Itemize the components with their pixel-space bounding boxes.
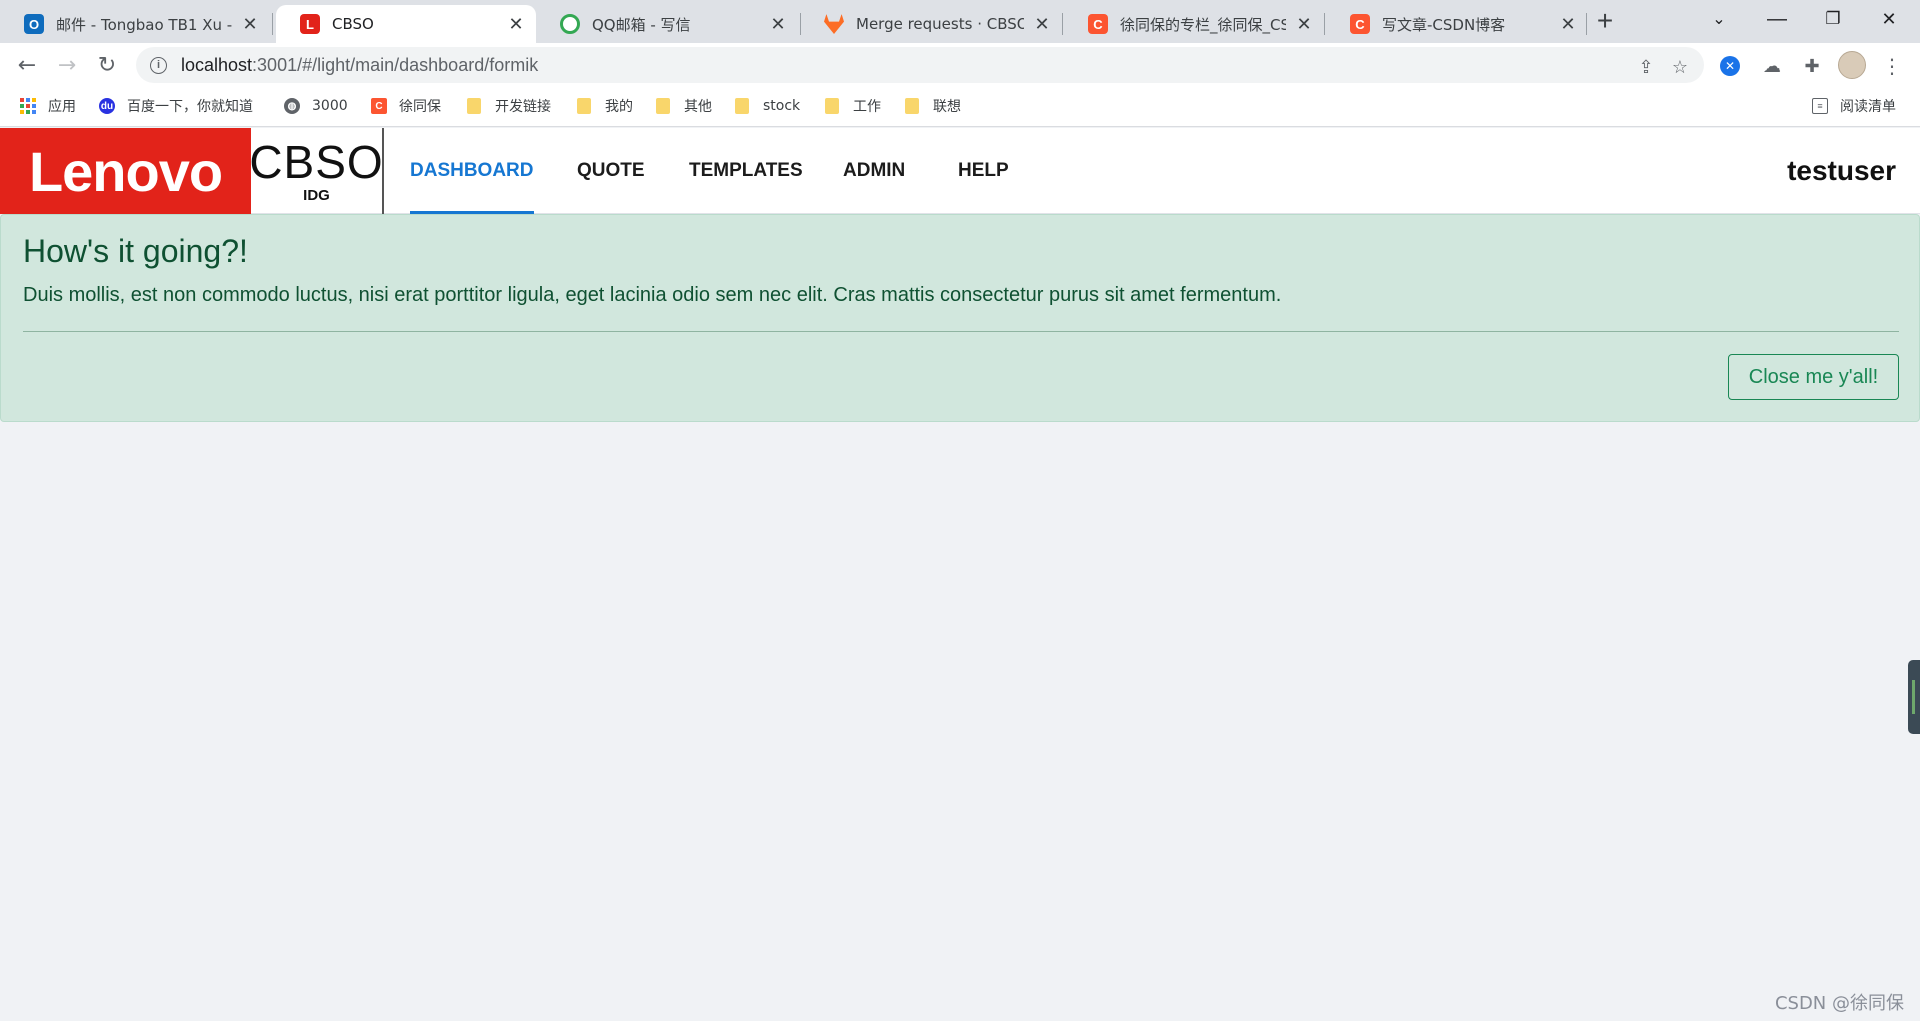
bookmark-folder[interactable]: stock [735,95,800,117]
csdn-icon: C [371,98,387,114]
success-alert: How's it going?! Duis mollis, est non co… [0,214,1920,422]
folder-icon [467,98,481,114]
gitlab-icon [824,14,844,34]
tab-separator [1324,13,1325,35]
browser-tab-strip: O 邮件 - Tongbao TB1 Xu - O ✕ L CBSO ✕ QQ邮… [0,0,1920,43]
nav-dashboard[interactable]: DASHBOARD [410,128,534,214]
back-arrow-icon[interactable]: ← [10,48,44,82]
brand-block: CBSO IDG [249,128,384,214]
tab-label: 邮件 - Tongbao TB1 Xu - O [56,15,232,34]
bookmark-label: 百度一下，你就知道 [127,99,253,115]
outlook-icon: O [24,14,44,34]
browser-tab[interactable]: C 写文章-CSDN博客 ✕ [1326,5,1588,43]
tab-label: CBSO [332,15,374,33]
close-icon[interactable]: ✕ [768,14,788,34]
extension-cloud-icon[interactable]: ☁ [1760,54,1784,78]
close-icon[interactable]: ✕ [1032,14,1052,34]
reload-icon[interactable]: ↻ [90,48,124,82]
brand-subtitle: IDG [303,186,330,204]
reading-list-icon: ≡ [1812,98,1828,114]
bookmark-label: 我的 [605,99,633,115]
alert-heading: How's it going?! [23,233,248,269]
close-alert-button[interactable]: Close me y'all! [1728,354,1899,400]
bookmark-label: stock [763,98,801,114]
share-icon[interactable]: ⇪ [1634,55,1658,79]
nav-quote[interactable]: QUOTE [577,128,645,214]
browser-toolbar: ← → ↻ i localhost:3001/#/light/main/dash… [0,43,1920,86]
reading-list-label: 阅读清单 [1840,99,1896,115]
tab-label: 写文章-CSDN博客 [1382,15,1506,34]
bookmark-xutongbao[interactable]: C 徐同保 [371,95,441,117]
user-name[interactable]: testuser [1787,128,1896,214]
brand-title: CBSO [249,135,384,188]
close-icon[interactable]: ✕ [1294,14,1314,34]
tab-separator [272,13,273,35]
apps-grid-icon [20,98,36,114]
folder-icon [656,98,670,114]
minimize-icon[interactable]: — [1750,0,1804,38]
site-info-icon[interactable]: i [150,56,167,74]
folder-icon [735,98,749,114]
folder-icon [905,98,919,114]
bookmark-apps[interactable]: 应用 [20,95,76,117]
tab-label: QQ邮箱 - 写信 [592,15,691,34]
alert-body: Duis mollis, est non commodo luctus, nis… [23,284,1282,306]
reading-list[interactable]: ≡ 阅读清单 [1812,95,1896,117]
tab-separator [1062,13,1063,35]
tab-search-chevron-icon[interactable]: ⌄ [1692,0,1746,38]
browser-tab-active[interactable]: L CBSO ✕ [276,5,536,43]
restore-icon[interactable]: ❐ [1806,0,1860,38]
window-close-icon[interactable]: ✕ [1862,0,1916,38]
bookmark-folder[interactable]: 工作 [825,95,881,117]
bookmark-label: 3000 [312,98,348,114]
close-icon[interactable]: ✕ [506,14,526,34]
bookmark-folder[interactable]: 联想 [905,95,961,117]
extensions-puzzle-icon[interactable]: ✚ [1800,54,1824,78]
bookmark-label: 联想 [933,99,961,115]
app-header: Lenovo CBSO IDG DASHBOARD QUOTE TEMPLATE… [0,128,1920,214]
forward-arrow-icon[interactable]: → [50,48,84,82]
bookmark-label: 开发链接 [495,99,551,115]
bookmark-label: 应用 [48,99,76,115]
close-icon[interactable]: ✕ [1558,14,1578,34]
address-bar[interactable]: i localhost:3001/#/light/main/dashboard/… [136,47,1704,83]
bookmark-star-icon[interactable]: ☆ [1668,55,1692,79]
qqmail-icon [560,14,580,34]
nav-admin[interactable]: ADMIN [843,128,905,214]
watermark: CSDN @徐同保 [1774,993,1904,1014]
globe-icon: ◍ [284,98,300,114]
bookmark-folder[interactable]: 开发链接 [467,95,551,117]
lenovo-logo[interactable]: Lenovo [0,128,251,214]
browser-tab[interactable]: QQ邮箱 - 写信 ✕ [536,5,798,43]
alert-divider [23,331,1899,332]
browser-tab[interactable]: Merge requests · CBSO / ✕ [800,5,1062,43]
side-panel-handle[interactable] [1908,660,1920,734]
bookmark-folder[interactable]: 其他 [656,95,712,117]
menu-kebab-icon[interactable]: ⋮ [1880,54,1904,78]
new-tab-button[interactable]: + [1584,2,1626,40]
nav-help[interactable]: HELP [958,128,1009,214]
profile-avatar[interactable] [1838,51,1866,79]
bookmark-label: 其他 [684,99,712,115]
bookmark-folder[interactable]: 我的 [577,95,633,117]
close-icon[interactable]: ✕ [240,14,260,34]
csdn-icon: C [1350,14,1370,34]
tab-label: 徐同保的专栏_徐同保_CSDN [1120,15,1286,34]
csdn-icon: C [1088,14,1108,34]
bookmark-label: 徐同保 [399,99,441,115]
bookmark-3000[interactable]: ◍ 3000 [284,95,348,117]
folder-icon [577,98,591,114]
browser-tab[interactable]: C 徐同保的专栏_徐同保_CSDN ✕ [1064,5,1324,43]
address-bar-url[interactable]: localhost:3001/#/light/main/dashboard/fo… [181,55,538,76]
bookmarks-bar: 应用 du 百度一下，你就知道 ◍ 3000 C 徐同保 开发链接 我的 其他 … [0,86,1920,127]
browser-tab[interactable]: O 邮件 - Tongbao TB1 Xu - O ✕ [0,5,270,43]
tab-label: Merge requests · CBSO / [856,15,1024,33]
extension-blue-icon[interactable]: ✕ [1720,56,1740,76]
folder-icon [825,98,839,114]
bookmark-baidu[interactable]: du 百度一下，你就知道 [99,95,253,117]
baidu-icon: du [99,98,115,114]
bookmark-label: 工作 [853,99,881,115]
nav-templates[interactable]: TEMPLATES [689,128,803,214]
lenovo-favicon-icon: L [300,14,320,34]
